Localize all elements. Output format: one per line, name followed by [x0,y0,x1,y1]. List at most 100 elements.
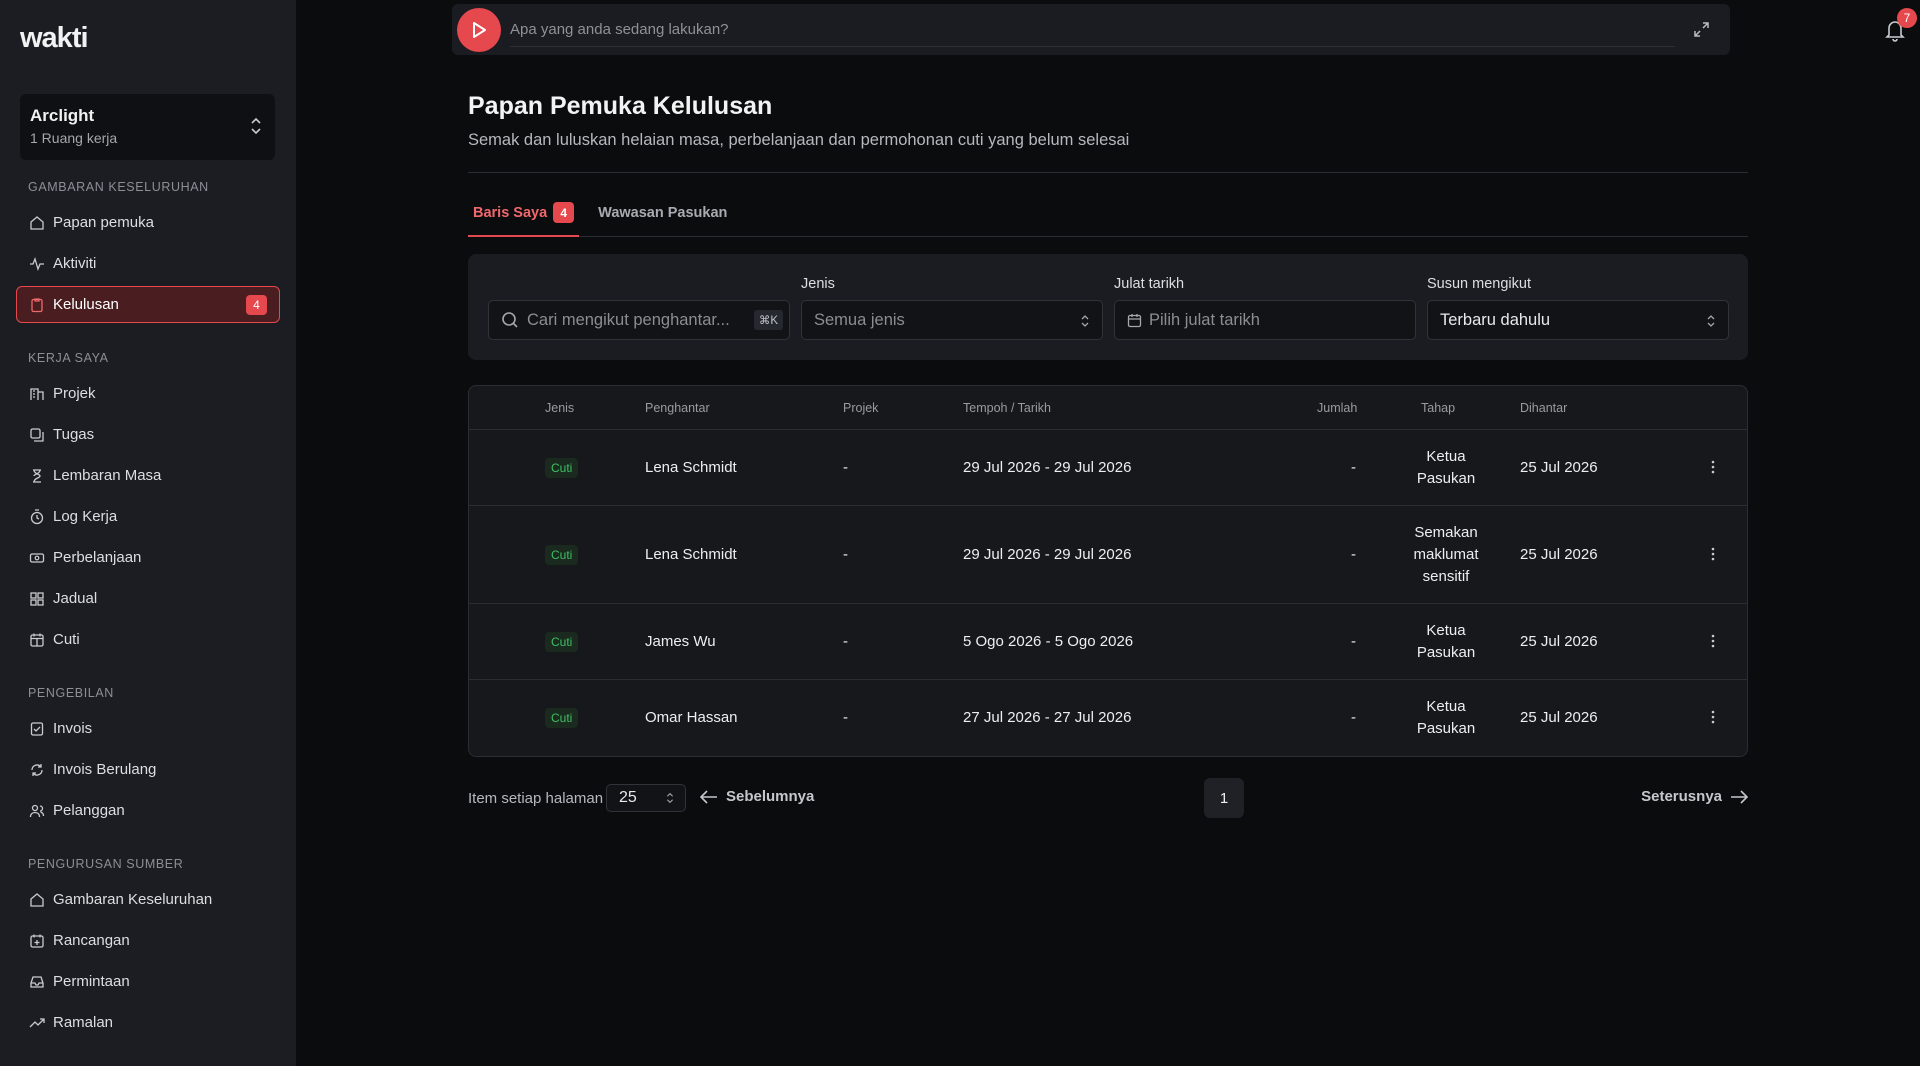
table-row[interactable]: Cuti Lena Schmidt - 29 Jul 2026 - 29 Jul… [469,506,1747,604]
sidebar-item-papan-pemuka[interactable]: Papan pemuka [16,204,280,241]
date-range-label: Julat tarikh [1114,276,1185,292]
sidebar-item-pelanggan[interactable]: Pelanggan [16,792,280,829]
search-input[interactable]: Cari mengikut penghantar... ⌘K [488,300,790,340]
sidebar-item-rancangan[interactable]: Rancangan [16,922,280,959]
sidebar-item-ramalan[interactable]: Ramalan [16,1004,280,1041]
sidebar-item-label: Aktiviti [53,255,97,272]
amount-cell: - [1351,709,1356,726]
submitted-cell: 25 Jul 2026 [1520,546,1598,563]
sidebar-item-projek[interactable]: Projek [16,375,280,412]
type-badge: Cuti [545,632,579,652]
tab-label: Baris Saya [473,205,548,221]
period-cell: 5 Ogo 2026 - 5 Ogo 2026 [963,633,1134,650]
col-submitted[interactable]: Dihantar [1520,401,1567,415]
submitter-cell: Omar Hassan [645,709,738,726]
workspace-switcher[interactable]: Arclight 1 Ruang kerja [20,94,275,160]
stage-cell: Ketua Pasukan [1391,696,1501,740]
sidebar-item-kelulusan[interactable]: Kelulusan 4 [16,286,280,323]
building-icon [30,387,44,400]
table-row[interactable]: Cuti Lena Schmidt - 29 Jul 2026 - 29 Jul… [469,430,1747,506]
trend-icon [29,1017,45,1027]
money-icon [29,552,45,563]
table-header: Jenis Penghantar Projek Tempoh / Tarikh … [469,386,1747,430]
sidebar-item-log-kerja[interactable]: Log Kerja [16,498,280,535]
type-select[interactable]: Semua jenis [801,300,1103,340]
expand-icon[interactable] [1693,21,1710,38]
more-options-icon[interactable] [1711,710,1715,724]
tab-team-insights[interactable]: Wawasan Pasukan [593,203,732,237]
pagination: Item setiap halaman 25 Sebelumnya 1 Sete… [468,778,1748,818]
sidebar-item-aktiviti[interactable]: Aktiviti [16,245,280,282]
stage-line: Pasukan [1416,720,1476,737]
sort-value: Terbaru dahulu [1440,310,1551,329]
period-cell: 29 Jul 2026 - 29 Jul 2026 [963,459,1132,476]
col-stage[interactable]: Tahap [1421,401,1455,415]
stage-line: Pasukan [1416,470,1476,487]
search-placeholder: Cari mengikut penghantar... [527,310,730,329]
project-cell: - [843,709,848,726]
sidebar-item-label: Projek [53,385,96,402]
tab-label: Wawasan Pasukan [598,205,728,221]
type-badge: Cuti [545,545,579,565]
per-page-value: 25 [619,789,637,806]
col-project[interactable]: Projek [843,401,878,415]
period-cell: 29 Jul 2026 - 29 Jul 2026 [963,546,1132,563]
col-amount[interactable]: Jumlah [1317,401,1357,415]
sidebar-item-jadual[interactable]: Jadual [16,580,280,617]
col-type[interactable]: Jenis [545,401,574,415]
table-row[interactable]: Cuti James Wu - 5 Ogo 2026 - 5 Ogo 2026 … [469,604,1747,680]
invoice-icon [30,721,44,736]
page-subtitle: Semak dan luluskan helaian masa, perbela… [468,131,1130,149]
sidebar-item-permintaan[interactable]: Permintaan [16,963,280,1000]
stage-line: Ketua [1426,622,1466,639]
users-icon [29,804,45,817]
app-logo[interactable]: wakti [20,22,89,55]
timer-bar: Apa yang anda sedang lakukan? [452,4,1730,55]
sidebar-item-label: Jadual [53,590,98,607]
more-options-icon[interactable] [1711,460,1715,474]
col-period[interactable]: Tempoh / Tarikh [963,401,1051,415]
sidebar-item-badge: 4 [246,295,267,315]
search-icon [502,312,518,328]
sort-select[interactable]: Terbaru dahulu [1427,300,1729,340]
tab-my-queue[interactable]: Baris Saya 4 [468,202,580,237]
per-page-select[interactable]: 25 [606,784,686,812]
timer-input[interactable]: Apa yang anda sedang lakukan? [510,21,729,38]
sidebar-item-invois-berulang[interactable]: Invois Berulang [16,751,280,788]
start-timer-button[interactable] [457,8,501,52]
timer-input-underline [510,46,1675,47]
sidebar-item-invois[interactable]: Invois [16,710,280,747]
chevron-up-down-icon [1707,315,1715,327]
table-row[interactable]: Cuti Omar Hassan - 27 Jul 2026 - 27 Jul … [469,680,1747,756]
chevron-up-down-icon [251,117,261,135]
sidebar-item-tugas[interactable]: Tugas [16,416,280,453]
period-cell: 27 Jul 2026 - 27 Jul 2026 [963,709,1132,726]
next-page-button[interactable]: Seterusnya [1641,788,1748,805]
timer-icon [30,508,44,524]
sidebar-item-label: Cuti [53,631,80,648]
sidebar-item-cuti[interactable]: Cuti [16,621,280,658]
more-options-icon[interactable] [1711,547,1715,561]
sidebar-item-label: Lembaran Masa [53,467,162,484]
sidebar-item-label: Kelulusan [53,296,119,313]
home-icon [30,215,44,230]
sidebar-item-gambaran-keseluruhan[interactable]: Gambaran Keseluruhan [16,881,280,918]
date-range-picker[interactable]: Pilih julat tarikh [1114,300,1416,340]
more-options-icon[interactable] [1711,634,1715,648]
calendar-icon [30,633,44,647]
sidebar-item-label: Pelanggan [53,802,125,819]
col-submitter[interactable]: Penghantar [645,401,710,415]
project-cell: - [843,546,848,563]
stage-cell: Ketua Pasukan [1391,620,1501,664]
page-number-button[interactable]: 1 [1204,778,1244,818]
next-label: Seterusnya [1641,788,1722,805]
clipboard-icon [31,297,43,312]
sidebar-item-label: Permintaan [53,973,130,990]
stage-line: Pasukan [1416,644,1476,661]
hourglass-icon [33,468,41,483]
approvals-table: Jenis Penghantar Projek Tempoh / Tarikh … [468,385,1748,757]
sidebar-item-perbelanjaan[interactable]: Perbelanjaan [16,539,280,576]
nav-group: GAMBARAN KESELURUHAN Papan pemuka Aktivi… [16,180,280,323]
previous-page-button[interactable]: Sebelumnya [700,788,814,805]
sidebar-item-lembaran-masa[interactable]: Lembaran Masa [16,457,280,494]
